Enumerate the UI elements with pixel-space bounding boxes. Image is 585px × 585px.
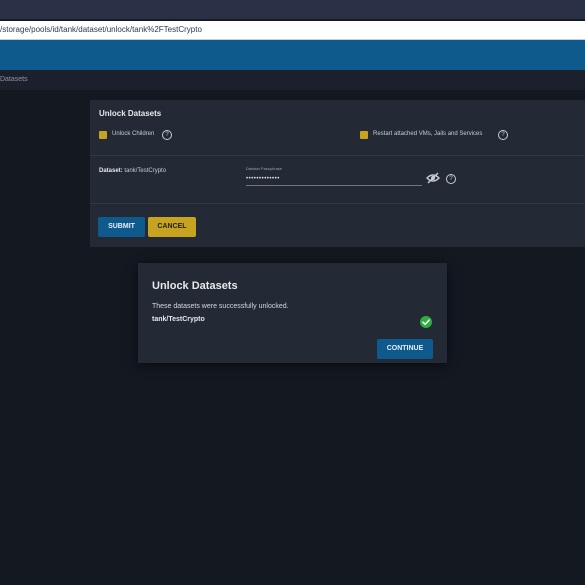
browser-tab-strip bbox=[0, 0, 585, 19]
unlock-datasets-form: Unlock Datasets Unlock Children ? Restar… bbox=[90, 100, 585, 247]
address-bar[interactable]: /storage/pools/id/tank/dataset/unlock/ta… bbox=[0, 21, 585, 40]
form-divider-bottom bbox=[90, 203, 585, 204]
unlock-children-help-icon[interactable]: ? bbox=[162, 130, 172, 140]
unlocked-dataset-name: tank/TestCrypto bbox=[152, 316, 205, 323]
restart-services-checkbox[interactable] bbox=[360, 131, 368, 139]
passphrase-label: Dataset Passphrase bbox=[246, 166, 283, 171]
unlock-children-checkbox[interactable] bbox=[99, 131, 107, 139]
submit-button[interactable]: SUBMIT bbox=[98, 217, 145, 237]
unlock-children-label: Unlock Children bbox=[112, 131, 155, 137]
cancel-button[interactable]: CANCEL bbox=[148, 217, 196, 237]
eye-off-icon[interactable] bbox=[426, 172, 440, 184]
passphrase-help-icon[interactable]: ? bbox=[446, 174, 456, 184]
continue-button[interactable]: CONTINUE bbox=[377, 339, 433, 359]
app-header bbox=[0, 40, 585, 70]
form-title: Unlock Datasets bbox=[99, 109, 162, 118]
restart-services-help-icon[interactable]: ? bbox=[498, 130, 508, 140]
dialog-title: Unlock Datasets bbox=[152, 280, 238, 292]
form-divider bbox=[90, 155, 585, 156]
passphrase-input[interactable]: ••••••••••••• bbox=[246, 175, 422, 186]
dataset-label: Dataset: bbox=[99, 168, 123, 174]
check-circle-icon bbox=[420, 316, 432, 328]
breadcrumb-item-datasets[interactable]: Datasets bbox=[0, 76, 28, 83]
restart-services-label: Restart attached VMs, Jails and Services bbox=[373, 131, 483, 137]
unlock-success-dialog: Unlock Datasets These datasets were succ… bbox=[138, 263, 447, 363]
breadcrumb: Datasets bbox=[0, 70, 585, 90]
dialog-message: These datasets were successfully unlocke… bbox=[152, 303, 289, 310]
address-bar-url[interactable]: /storage/pools/id/tank/dataset/unlock/ta… bbox=[0, 25, 202, 34]
dataset-name: Dataset: tank/TestCrypto bbox=[99, 168, 166, 174]
dataset-value: tank/TestCrypto bbox=[124, 168, 167, 174]
